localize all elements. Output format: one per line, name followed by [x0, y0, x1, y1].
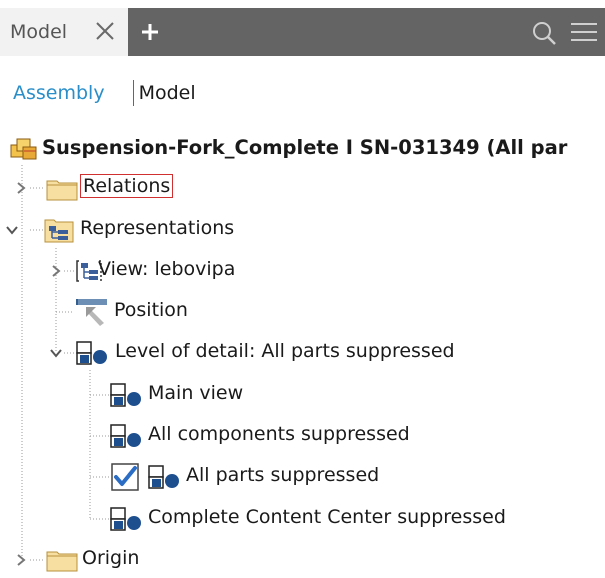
lod-item-label: All components suppressed	[148, 423, 410, 445]
origin-label: Origin	[82, 547, 140, 569]
level-of-detail-icon	[76, 341, 110, 365]
relations-label: Relations	[80, 174, 174, 198]
level-of-detail-icon	[110, 424, 144, 448]
lod-item-label: Main view	[148, 382, 244, 404]
model-browser-tree: Suspension-Fork_Complete I SN-031349 (Al…	[0, 0, 605, 578]
view-label: View: lebovipa	[98, 258, 236, 280]
level-of-detail-label: Level of detail: All parts suppressed	[115, 340, 455, 362]
position-icon	[74, 297, 110, 327]
chevron-down-icon[interactable]	[5, 223, 19, 237]
level-of-detail-icon	[148, 465, 182, 489]
folder-icon	[46, 548, 78, 572]
representations-icon	[44, 217, 74, 243]
root-assembly-label: Suspension-Fork_Complete I SN-031349 (Al…	[42, 136, 568, 159]
chevron-right-icon[interactable]	[14, 181, 28, 195]
lod-item-label: All parts suppressed	[186, 464, 380, 486]
chevron-right-icon[interactable]	[49, 264, 63, 278]
checkmark-icon	[110, 462, 142, 492]
lod-item-label: Complete Content Center suppressed	[148, 506, 506, 528]
representations-label: Representations	[80, 217, 235, 239]
position-label: Position	[114, 299, 188, 321]
level-of-detail-icon	[110, 383, 144, 407]
assembly-icon	[10, 136, 38, 162]
tree-connector-lines	[21, 165, 110, 561]
folder-icon	[46, 177, 78, 201]
level-of-detail-icon	[110, 507, 144, 531]
chevron-down-icon[interactable]	[49, 346, 63, 360]
chevron-right-icon[interactable]	[14, 553, 28, 567]
